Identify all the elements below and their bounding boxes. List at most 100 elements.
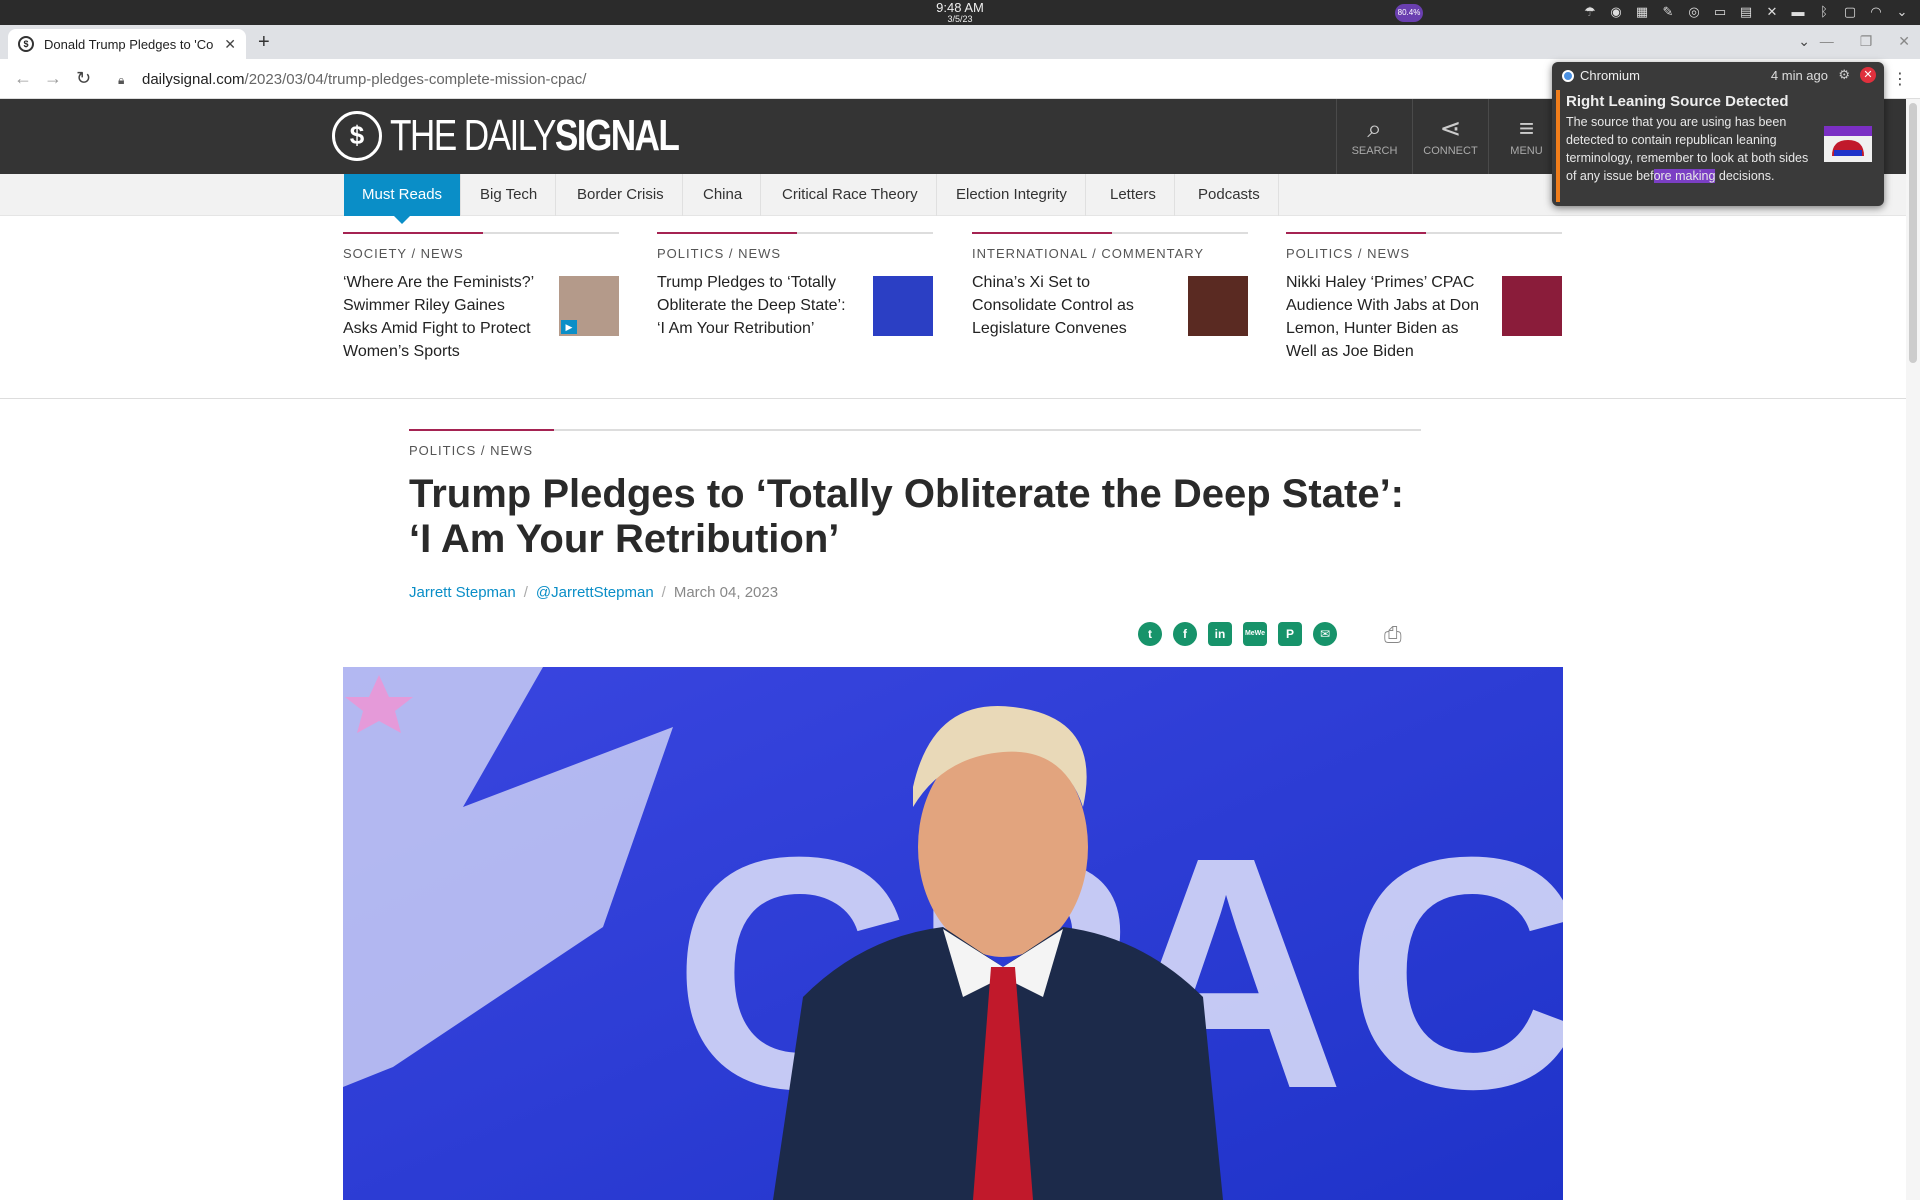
header-search-button[interactable]: ⌕ SEARCH — [1336, 99, 1412, 174]
battery-icon[interactable]: ▬ — [1790, 4, 1806, 20]
close-window-icon[interactable]: ✕ — [1898, 33, 1910, 50]
nav-letters[interactable]: Letters — [1092, 174, 1175, 216]
twitter-icon[interactable]: t — [1138, 622, 1162, 646]
teaser-thumbnail[interactable] — [1502, 276, 1562, 336]
system-clock[interactable]: 9:48 AM 3/5/23 — [900, 1, 1020, 24]
display-icon[interactable]: ▢ — [1842, 4, 1858, 20]
maximize-icon[interactable]: ❐ — [1860, 33, 1873, 50]
notification-app: Chromium — [1562, 68, 1640, 83]
weather-icon[interactable]: ☂ — [1582, 4, 1598, 20]
author-handle-link[interactable]: @JarrettStepman — [536, 584, 654, 601]
back-arrow-icon[interactable]: ← — [14, 68, 32, 89]
teaser-card[interactable]: POLITICS / NEWS Nikki Haley ‘Primes’ CPA… — [1286, 232, 1562, 363]
article-rule — [409, 429, 1421, 431]
minimize-icon[interactable]: — — [1820, 33, 1834, 50]
url-path: /2023/03/04/trump-pledges-complete-missi… — [244, 71, 587, 88]
teaser-rule — [343, 232, 619, 234]
teaser-card[interactable]: SOCIETY / NEWS ‘Where Are the Feminists?… — [343, 232, 619, 363]
teaser-rule — [1286, 232, 1562, 234]
grid-icon[interactable]: ▦ — [1634, 4, 1650, 20]
nav-election-integrity[interactable]: Election Integrity — [938, 174, 1086, 216]
clock-time: 9:48 AM — [936, 0, 984, 15]
lock-icon[interactable]: 🔒︎ — [118, 67, 124, 93]
byline-separator: / — [523, 584, 528, 601]
search-icon: ⌕ — [1367, 113, 1382, 143]
author-link[interactable]: Jarrett Stepman — [409, 584, 516, 601]
teaser-card[interactable]: POLITICS / NEWS Trump Pledges to ‘Totall… — [657, 232, 933, 340]
article-category[interactable]: POLITICS / NEWS — [409, 443, 1421, 458]
browser-tab-bar: $ Donald Trump Pledges to 'Co ✕ + ⌄ — ❐ … — [0, 25, 1920, 59]
nav-border-crisis[interactable]: Border Crisis — [559, 174, 683, 216]
close-tab-icon[interactable]: ✕ — [224, 36, 236, 53]
bluetooth-icon[interactable]: ᛒ — [1816, 4, 1832, 20]
video-play-icon: ▶ — [561, 320, 577, 334]
teaser-rule — [657, 232, 933, 234]
chromium-notification[interactable]: Chromium 4 min ago ⚙ ✕ Right Leaning Sou… — [1552, 62, 1884, 206]
notification-title: Right Leaning Source Detected — [1566, 93, 1789, 110]
connect-label: CONNECT — [1423, 145, 1478, 157]
nav-critical-race-theory[interactable]: Critical Race Theory — [764, 174, 937, 216]
nav-big-tech[interactable]: Big Tech — [462, 174, 557, 216]
menu-label: MENU — [1510, 145, 1543, 157]
logo-text: THE DAILYSIGNAL — [390, 111, 680, 160]
teaser-headline[interactable]: China’s Xi Set to Consolidate Control as… — [972, 271, 1172, 340]
teaser-headline[interactable]: Trump Pledges to ‘Totally Obliterate the… — [657, 271, 857, 340]
article-date: March 04, 2023 — [673, 584, 779, 601]
nav-must-reads[interactable]: Must Reads — [344, 174, 462, 224]
article-header: POLITICS / NEWS Trump Pledges to ‘Totall… — [409, 429, 1421, 601]
teaser-thumbnail[interactable]: ▶ — [559, 276, 619, 336]
print-icon[interactable]: ⎙ — [1384, 622, 1402, 648]
wifi-icon[interactable]: ◠ — [1868, 4, 1884, 20]
site-logo[interactable]: $ THE DAILYSIGNAL — [332, 111, 750, 161]
teaser-thumbnail[interactable] — [873, 276, 933, 336]
cpu-usage-indicator[interactable]: 80.4% — [1395, 4, 1423, 22]
teaser-card[interactable]: INTERNATIONAL / COMMENTARY China’s Xi Se… — [972, 232, 1248, 340]
teaser-headline[interactable]: ‘Where Are the Feminists?’ Swimmer Riley… — [343, 271, 543, 363]
forward-arrow-icon[interactable]: → — [44, 68, 62, 89]
image-icon[interactable]: ▭ — [1712, 4, 1728, 20]
teaser-category[interactable]: POLITICS / NEWS — [1286, 246, 1562, 261]
article-hero-image: CPAC — [343, 667, 1563, 1200]
browser-tab[interactable]: $ Donald Trump Pledges to 'Co ✕ — [8, 29, 246, 59]
notification-close-icon[interactable]: ✕ — [1860, 67, 1876, 83]
facebook-icon[interactable]: f — [1173, 622, 1197, 646]
email-icon[interactable]: ✉ — [1313, 622, 1337, 646]
browser-menu-icon[interactable]: ⋮ — [1892, 69, 1908, 89]
notification-highlight: ore making — [1653, 169, 1716, 183]
notification-body: The source that you are using has been d… — [1566, 115, 1809, 183]
system-tray: ☂ ◉ ▦ ✎ ◎ ▭ ▤ ✕ ▬ ᛒ ▢ ◠ ⌄ — [1582, 4, 1910, 20]
linkedin-icon[interactable]: in — [1208, 622, 1232, 646]
chevron-down-icon[interactable]: ⌄ — [1894, 4, 1910, 20]
discord-icon[interactable]: ◉ — [1608, 4, 1624, 20]
notification-settings-icon[interactable]: ⚙ — [1838, 67, 1850, 83]
reload-icon[interactable]: ↻ — [76, 68, 91, 89]
feather-icon[interactable]: ✎ — [1660, 4, 1676, 20]
nav-podcasts[interactable]: Podcasts — [1180, 174, 1279, 216]
byline-separator: / — [661, 584, 666, 601]
teaser-category[interactable]: INTERNATIONAL / COMMENTARY — [972, 246, 1248, 261]
system-top-bar: 9:48 AM 3/5/23 80.4% ☂ ◉ ▦ ✎ ◎ ▭ ▤ ✕ ▬ ᛒ… — [0, 0, 1920, 25]
byline: Jarrett Stepman / @JarrettStepman / March 04… — [409, 584, 1421, 601]
notification-app-name: Chromium — [1580, 68, 1640, 83]
notification-image — [1824, 126, 1872, 162]
nav-china[interactable]: China — [685, 174, 762, 216]
tab-search-chevron-icon[interactable]: ⌄ — [1798, 33, 1810, 50]
tab-title: Donald Trump Pledges to 'Co — [44, 36, 214, 52]
header-connect-button[interactable]: ⋖ CONNECT — [1412, 99, 1488, 174]
teaser-rule — [972, 232, 1248, 234]
scrollbar-thumb[interactable] — [1909, 103, 1917, 363]
steam-icon[interactable]: ◎ — [1686, 4, 1702, 20]
mewe-icon[interactable]: MeWe — [1243, 622, 1267, 646]
teaser-headline[interactable]: Nikki Haley ‘Primes’ CPAC Audience With … — [1286, 271, 1486, 363]
parler-icon[interactable]: P — [1278, 622, 1302, 646]
new-tab-button[interactable]: + — [258, 31, 270, 54]
volume-muted-icon[interactable]: ✕ — [1764, 4, 1780, 20]
page-scrollbar[interactable] — [1906, 99, 1920, 1200]
teaser-thumbnail[interactable] — [1188, 276, 1248, 336]
teaser-category[interactable]: SOCIETY / NEWS — [343, 246, 619, 261]
elephant-logo-icon — [1824, 126, 1872, 162]
teaser-category[interactable]: POLITICS / NEWS — [657, 246, 933, 261]
clipboard-icon[interactable]: ▤ — [1738, 4, 1754, 20]
must-reads-teasers: SOCIETY / NEWS ‘Where Are the Feminists?… — [343, 232, 1563, 400]
logo-mark-icon: $ — [332, 111, 382, 161]
